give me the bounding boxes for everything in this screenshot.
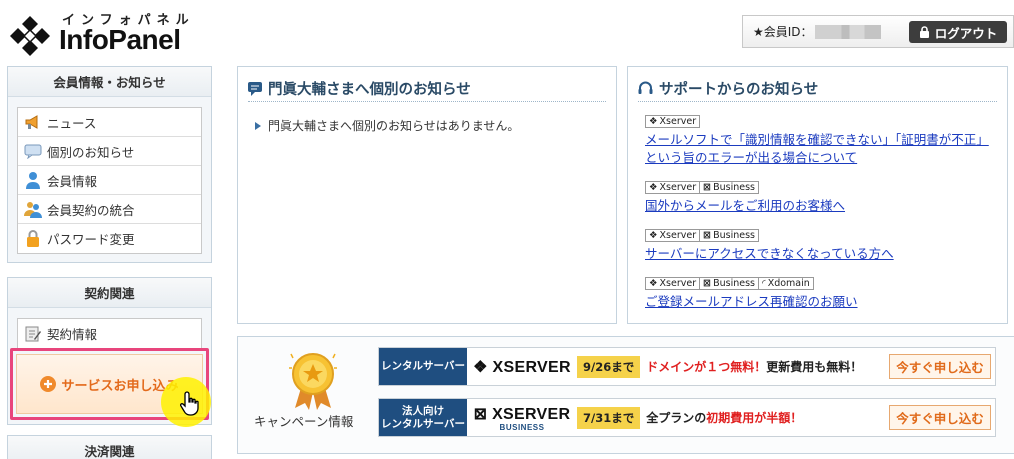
user-icon: [23, 170, 43, 190]
support-item: ❖ Xserver ⊠ Business 国外からメールをご利用のお客様へ: [645, 181, 995, 215]
hand-pointer-icon: [180, 391, 199, 416]
headset-icon: [638, 81, 653, 94]
sidebar-section-title: 決済関連: [8, 436, 211, 459]
sidebar-item-label: 会員情報: [47, 173, 98, 189]
support-link[interactable]: サーバーにアクセスできなくなっている方へ: [645, 245, 995, 263]
sidebar-item-password[interactable]: パスワード変更: [18, 224, 201, 253]
campaign-label: キャンペーン情報: [254, 414, 354, 429]
megaphone-icon: [23, 112, 43, 132]
sidebar-item-contract-info[interactable]: 契約情報: [18, 319, 201, 348]
panel-title: 門眞大輔さまへ個別のお知らせ: [268, 82, 471, 98]
sidebar-item-label: 会員契約の統合: [47, 202, 135, 218]
support-link[interactable]: 国外からメールをご利用のお客様へ: [645, 197, 995, 215]
sidebar-item-personal-notice[interactable]: 個別のお知らせ: [18, 137, 201, 166]
panel-title: サポートからのお知らせ: [659, 82, 819, 98]
lock-icon: [919, 26, 929, 38]
campaign-banner[interactable]: 法人向け レンタルサーバー ⊠ XSERVER BUSINESS 7/31まで 全プ…: [378, 398, 996, 437]
sidebar-menu: 契約情報: [17, 318, 202, 349]
tag-business: ⊠ Business: [699, 277, 759, 290]
support-notice-panel: サポートからのお知らせ ❖ Xserver メールソフトで「識別情報を確認できない…: [627, 66, 1008, 324]
sidebar-item-member-info[interactable]: 会員情報: [18, 166, 201, 195]
logout-button[interactable]: ログアウト: [909, 21, 1007, 43]
tag-business: ⊠ Business: [699, 229, 759, 242]
member-id-redacted: [814, 24, 881, 39]
member-info-box: ★会員ID： ログアウト: [742, 15, 1014, 48]
apply-now-button[interactable]: 今すぐ申し込む: [889, 354, 991, 379]
tag-xserver: ❖ Xserver: [645, 181, 701, 194]
banner-category: レンタルサーバー: [379, 348, 467, 385]
banner-text: ドメインが１つ無料！更新費用も無料！: [646, 360, 863, 374]
support-item: ❖ Xserver ⊠ Business ◜ Xdomain ご登録メールアドレス再確…: [645, 277, 995, 311]
personal-notice-panel: 門眞大輔さまへ個別のお知らせ 門眞大輔さまへ個別のお知らせはありません。: [237, 66, 617, 324]
service-tags: ❖ Xserver: [645, 115, 995, 128]
panel-header: サポートからのお知らせ: [638, 76, 997, 102]
xserver-business-logo: ⊠ XSERVER BUSINESS: [473, 405, 571, 432]
service-tags: ❖ Xserver ⊠ Business: [645, 229, 995, 242]
member-id-label: ★会員ID：: [753, 25, 813, 39]
sidebar-item-label: パスワード変更: [47, 232, 135, 247]
support-link[interactable]: メールソフトで「識別情報を確認できない」「証明書が不正」という旨のエラーが出る場…: [645, 131, 995, 167]
plus-circle-icon: [40, 376, 57, 392]
xserver-logo: ❖ XSERVER: [473, 358, 571, 376]
triangle-bullet-icon: [255, 121, 261, 130]
service-tags: ❖ Xserver ⊠ Business ◜ Xdomain: [645, 277, 995, 290]
sidebar-section-title: 会員情報・お知らせ: [8, 67, 211, 97]
logo-text: InfoPanel: [59, 24, 181, 55]
banner-category: 法人向け レンタルサーバー: [379, 399, 467, 436]
apply-now-button[interactable]: 今すぐ申し込む: [889, 405, 991, 430]
logo-diamond-icon: [10, 16, 50, 56]
sidebar-item-news[interactable]: ニュース: [18, 108, 201, 137]
infopanel-logo[interactable]: インフォパネル InfoPanel: [6, 6, 206, 56]
tag-xserver: ❖ Xserver: [645, 277, 701, 290]
campaign-banner[interactable]: レンタルサーバー ❖ XSERVER 9/26まで ドメインが１つ無料！更新費用…: [378, 347, 996, 386]
message-icon: [23, 141, 43, 161]
sidebar-item-label: ニュース: [47, 115, 97, 131]
sidebar-section-payment: 決済関連: [7, 435, 212, 459]
logout-label: ログアウト: [934, 25, 998, 41]
lock-icon: [23, 229, 43, 249]
banner-text: 全プランの初期費用が半額！: [646, 411, 803, 425]
tag-business: ⊠ Business: [699, 181, 759, 194]
notice-row: 門眞大輔さまへ個別のお知らせはありません。: [255, 117, 519, 134]
service-tags: ❖ Xserver ⊠ Business: [645, 181, 995, 194]
users-merge-icon: [23, 199, 43, 219]
contract-icon: [23, 324, 43, 344]
sidebar-item-label: 個別のお知らせ: [47, 144, 135, 160]
panel-header: 門眞大輔さまへ個別のお知らせ: [248, 76, 606, 102]
service-apply-label: サービスお申し込み: [61, 378, 179, 394]
tag-xserver: ❖ Xserver: [645, 115, 701, 128]
message-icon: [248, 81, 262, 96]
notice-message: 門眞大輔さまへ個別のお知らせはありません。: [268, 119, 520, 133]
tag-xserver: ❖ Xserver: [645, 229, 701, 242]
banner-deadline: 7/31まで: [577, 406, 641, 429]
campaign-panel: キャンペーン情報 レンタルサーバー ❖ XSERVER 9/26まで ドメインが…: [237, 336, 1014, 454]
support-link[interactable]: ご登録メールアドレス再確認のお願い: [645, 293, 995, 311]
sidebar-section-title: 契約関連: [8, 278, 211, 308]
sidebar-item-merge-contract[interactable]: 会員契約の統合: [18, 195, 201, 224]
tag-xdomain: ◜ Xdomain: [758, 277, 814, 290]
banner-deadline: 9/26まで: [577, 355, 641, 378]
support-item: ❖ Xserver メールソフトで「識別情報を確認できない」「証明書が不正」という…: [645, 115, 995, 167]
sidebar-item-label: 契約情報: [47, 327, 98, 342]
sidebar-menu: ニュース 個別のお知らせ 会員情報 会員契約の統合 パスワード変更: [17, 107, 202, 254]
medal-icon: [289, 353, 337, 410]
sidebar-section-member: 会員情報・お知らせ ニュース 個別のお知らせ 会員情報 会員契約の統合 パスワー…: [7, 66, 212, 263]
support-item: ❖ Xserver ⊠ Business サーバーにアクセスできなくなっている方へ: [645, 229, 995, 263]
